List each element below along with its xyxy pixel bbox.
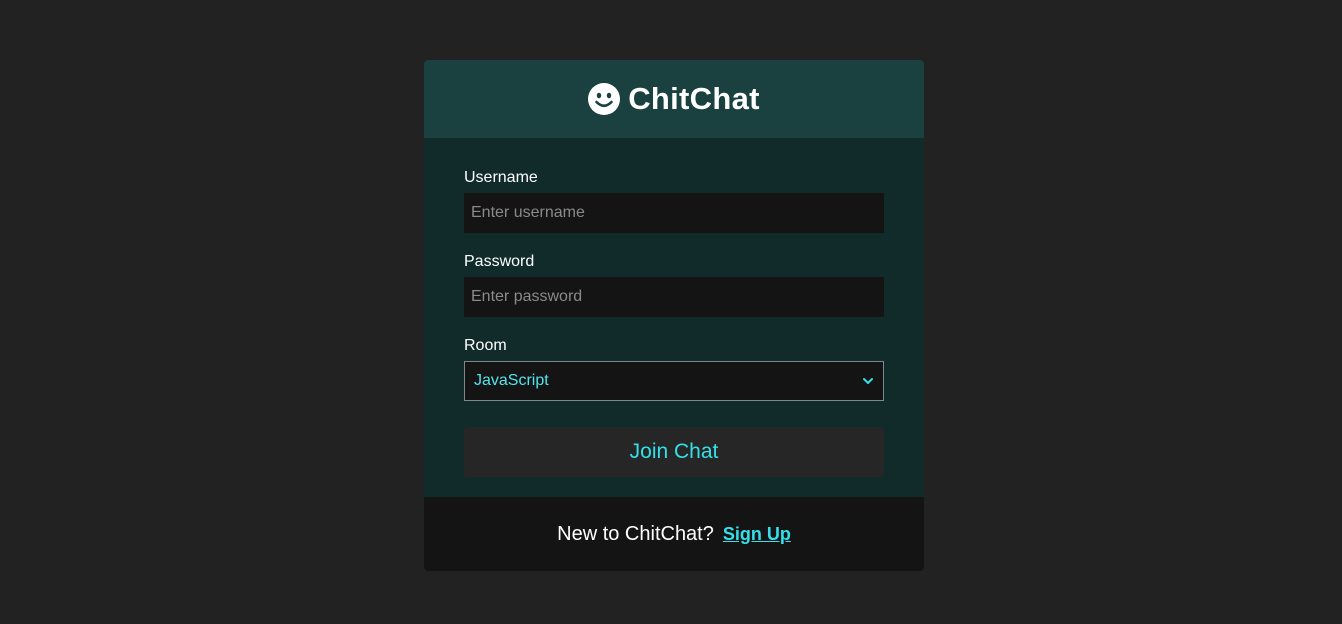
join-chat-button[interactable]: Join Chat [464, 427, 884, 477]
room-select[interactable]: JavaScript [464, 361, 884, 401]
signup-link[interactable]: Sign Up [723, 524, 791, 545]
password-field-group: Password [464, 252, 884, 317]
room-field-group: Room JavaScript [464, 336, 884, 401]
join-form: Username Password Room JavaScript Join C… [424, 138, 924, 497]
brand: ChitChat [588, 81, 760, 117]
username-input[interactable] [464, 193, 884, 233]
room-select-value: JavaScript [474, 372, 549, 389]
signup-prompt: New to ChitChat? [557, 522, 714, 545]
login-card: ChitChat Username Password Room JavaScri… [424, 60, 924, 571]
card-header: ChitChat [424, 60, 924, 138]
username-label: Username [464, 169, 538, 186]
password-input[interactable] [464, 277, 884, 317]
room-label: Room [464, 337, 507, 354]
password-label: Password [464, 253, 535, 270]
smiley-icon [588, 83, 621, 115]
app-title: ChitChat [628, 81, 760, 116]
username-field-group: Username [464, 168, 884, 233]
card-footer: New to ChitChat? Sign Up [424, 497, 924, 571]
chevron-down-icon [863, 378, 873, 384]
